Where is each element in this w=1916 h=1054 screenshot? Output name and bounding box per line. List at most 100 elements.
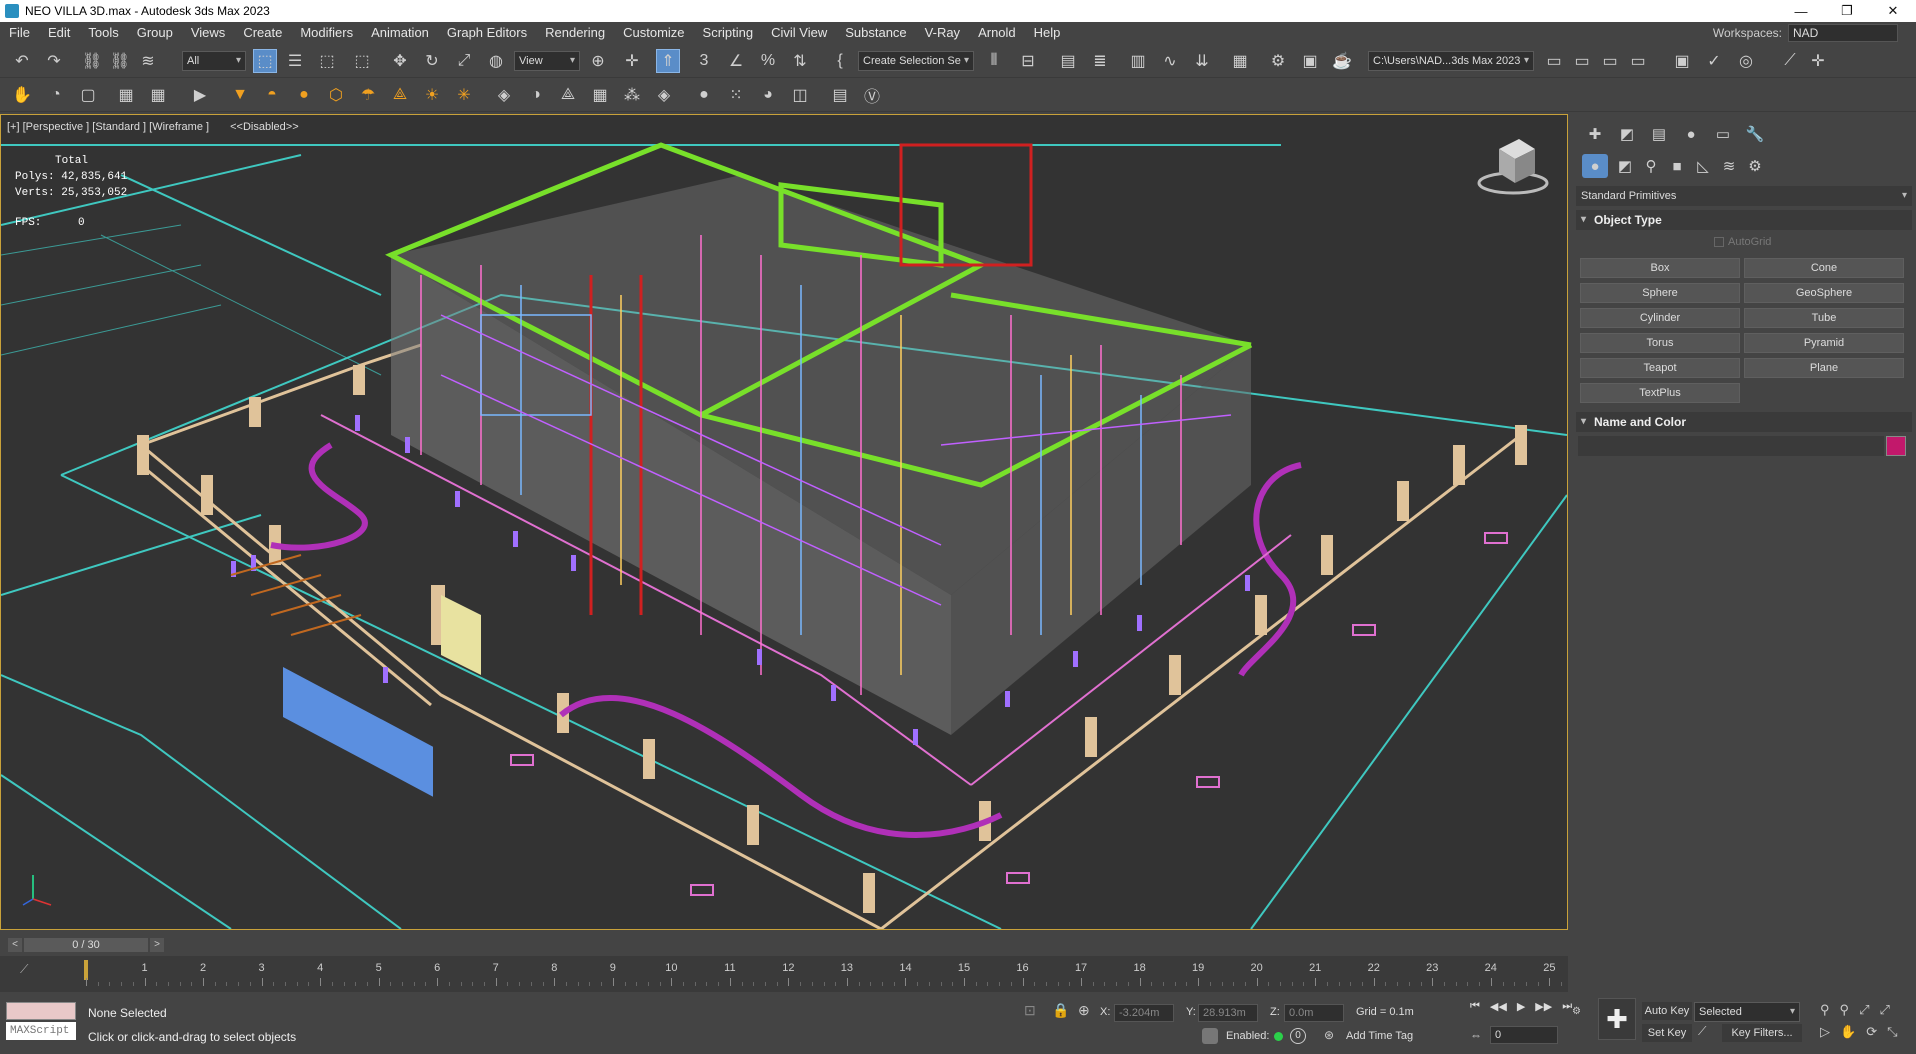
isolate-selection-icon[interactable]: ⊡ <box>1024 1002 1036 1019</box>
camera-icon[interactable]: ▶ <box>188 83 212 107</box>
play-icon[interactable]: ▶ <box>1517 1000 1525 1013</box>
pan-icon[interactable]: ✋ <box>1840 1024 1856 1040</box>
menu-arnold[interactable]: Arnold <box>969 22 1025 44</box>
autogrid-box-icon[interactable] <box>1714 237 1724 248</box>
auto-key-button[interactable]: Auto Key <box>1642 1002 1692 1020</box>
y-coordinate-field[interactable]: 28.913m <box>1198 1004 1258 1022</box>
sphere-light-icon[interactable]: ● <box>292 83 316 107</box>
spinner-snap-icon[interactable]: ⇅ <box>788 49 812 73</box>
menu-file[interactable]: File <box>0 22 39 44</box>
zoom-extents-icon[interactable]: ⤢ <box>1859 1002 1869 1018</box>
viewport-label[interactable]: [+] [Perspective ] [Standard ] [Wirefram… <box>7 121 299 133</box>
time-slider-thumb[interactable]: 0 / 30 <box>24 938 148 952</box>
ambient-light-icon[interactable]: ✳ <box>452 83 476 107</box>
modify-tab-icon[interactable]: ◩ <box>1614 122 1640 146</box>
maxscript-listener-input[interactable] <box>6 1002 76 1020</box>
orbit-icon[interactable]: ⟳ <box>1866 1024 1877 1040</box>
maxscript-label[interactable]: MAXScript <box>6 1022 76 1040</box>
menu-group[interactable]: Group <box>128 22 182 44</box>
object-color-swatch[interactable] <box>1886 436 1906 456</box>
z-coordinate-field[interactable]: 0.0m <box>1284 1004 1344 1022</box>
check-icon[interactable]: ✓ <box>1702 49 1726 73</box>
pivot-center-icon[interactable]: ⊕ <box>586 49 610 73</box>
bind-spacewarp-icon[interactable]: ≋ <box>136 49 160 73</box>
render-setup-icon[interactable]: ⚙ <box>1266 49 1290 73</box>
workspace-dropdown[interactable]: NAD <box>1788 24 1898 42</box>
rotate-icon[interactable]: ↻ <box>420 49 444 73</box>
box-button[interactable]: Box <box>1580 258 1740 278</box>
helpers-icon[interactable]: ◺ <box>1690 154 1716 178</box>
display-tab-icon[interactable]: ▭ <box>1710 122 1736 146</box>
rendered-frame-window-icon[interactable]: ▣ <box>1298 49 1322 73</box>
material-grid-icon[interactable]: ⁙ <box>724 83 748 107</box>
menu-tools[interactable]: Tools <box>79 22 127 44</box>
ies-light-icon[interactable]: ⬡ <box>324 83 348 107</box>
angle-snap-icon[interactable]: ∠ <box>724 49 748 73</box>
scene-explorer-icon[interactable]: ▤ <box>1056 49 1080 73</box>
lights-icon[interactable]: ⚲ <box>1638 154 1664 178</box>
spinner-icon[interactable]: ◔ <box>44 83 68 107</box>
menu-modifiers[interactable]: Modifiers <box>291 22 362 44</box>
save-icon[interactable]: ▣ <box>1670 49 1694 73</box>
umbrella-light-icon[interactable]: ☂ <box>356 83 380 107</box>
x-coordinate-field[interactable]: -3.204m <box>1114 1004 1174 1022</box>
cone-button[interactable]: Cone <box>1744 258 1904 278</box>
create-tab-icon[interactable]: ✚ <box>1582 122 1608 146</box>
container-icon[interactable]: ▦ <box>114 83 138 107</box>
zoom-extents-all-icon[interactable]: ⤢ <box>1879 1002 1889 1018</box>
named-selection-dropdown[interactable]: Create Selection Se <box>858 51 974 71</box>
project-icon[interactable]: ▭ <box>1542 49 1566 73</box>
vray-plane-icon[interactable]: ⟁ <box>556 83 580 107</box>
select-manipulate-icon[interactable]: ✛ <box>620 49 644 73</box>
time-slider[interactable]: < 0 / 30 > <box>0 934 1568 956</box>
key-filters-button[interactable]: Key Filters... <box>1722 1024 1802 1042</box>
adaptive-degradation-icon[interactable] <box>1202 1028 1218 1044</box>
menu-views[interactable]: Views <box>182 22 234 44</box>
project-set-icon[interactable]: ▭ <box>1570 49 1594 73</box>
menu-customize[interactable]: Customize <box>614 22 693 44</box>
knife-icon[interactable]: ⟋ <box>1778 49 1802 73</box>
vray-grass-icon[interactable]: ⁂ <box>620 83 644 107</box>
box-icon[interactable]: ▢ <box>76 83 100 107</box>
zoom-all-icon[interactable]: ⚲ <box>1840 1002 1850 1018</box>
placement-icon[interactable]: ◍ <box>484 49 508 73</box>
perspective-viewport[interactable]: [+] [Perspective ] [Standard ] [Wirefram… <box>0 114 1568 930</box>
toggle-ribbon-icon[interactable]: ▥ <box>1126 49 1150 73</box>
absolute-mode-icon[interactable]: ⊕ <box>1078 1002 1090 1019</box>
viewport-label-text[interactable]: [+] [Perspective ] [Standard ] [Wirefram… <box>7 121 209 133</box>
prev-frame-arrow-icon[interactable]: < <box>8 938 22 952</box>
material-library-icon[interactable]: ◫ <box>788 83 812 107</box>
project-folder-dropdown[interactable]: C:\Users\NAD...3ds Max 2023 <box>1368 51 1534 71</box>
sync-icon[interactable]: ◎ <box>1734 49 1758 73</box>
maximize-button[interactable]: ❐ <box>1824 0 1870 22</box>
align-icon[interactable]: ⊟ <box>1016 49 1040 73</box>
utilities-tab-icon[interactable]: 🔧 <box>1742 122 1768 146</box>
next-frame-icon[interactable]: ▶▶ <box>1535 1000 1552 1013</box>
project-open-icon[interactable]: ▭ <box>1598 49 1622 73</box>
torus-button[interactable]: Torus <box>1580 333 1740 353</box>
viewport-disabled-label[interactable]: <<Disabled>> <box>230 121 299 133</box>
set-key-big-button[interactable]: ✚ <box>1598 998 1636 1040</box>
sun-icon[interactable]: ☀ <box>420 83 444 107</box>
object-type-rollout[interactable]: Object Type <box>1576 210 1912 230</box>
vray-proxy-icon[interactable]: ◈ <box>492 83 516 107</box>
select-by-name-icon[interactable]: ☰ <box>283 49 307 73</box>
snaps-toggle-icon[interactable]: 3 <box>692 49 716 73</box>
go-to-start-icon[interactable]: ⏮ <box>1470 1000 1480 1013</box>
link-icon[interactable]: ⛓ <box>80 49 104 73</box>
redo-icon[interactable]: ↷ <box>42 49 66 73</box>
hand-icon[interactable]: ✋ <box>10 83 34 107</box>
rect-selection-icon[interactable]: ⬚ <box>315 49 339 73</box>
move-icon[interactable]: ✥ <box>388 49 412 73</box>
reference-coord-dropdown[interactable]: View <box>514 51 580 71</box>
menu-help[interactable]: Help <box>1025 22 1070 44</box>
plane-button[interactable]: Plane <box>1744 358 1904 378</box>
menu-substance[interactable]: Substance <box>836 22 915 44</box>
menu-scripting[interactable]: Scripting <box>694 22 763 44</box>
vray-fur-icon[interactable]: ▦ <box>588 83 612 107</box>
container-open-icon[interactable]: ▦ <box>146 83 170 107</box>
cameras-icon[interactable]: ■ <box>1664 154 1690 178</box>
motion-tab-icon[interactable]: ● <box>1678 122 1704 146</box>
object-name-input[interactable] <box>1578 436 1884 456</box>
curve-editor-icon[interactable]: ∿ <box>1158 49 1182 73</box>
